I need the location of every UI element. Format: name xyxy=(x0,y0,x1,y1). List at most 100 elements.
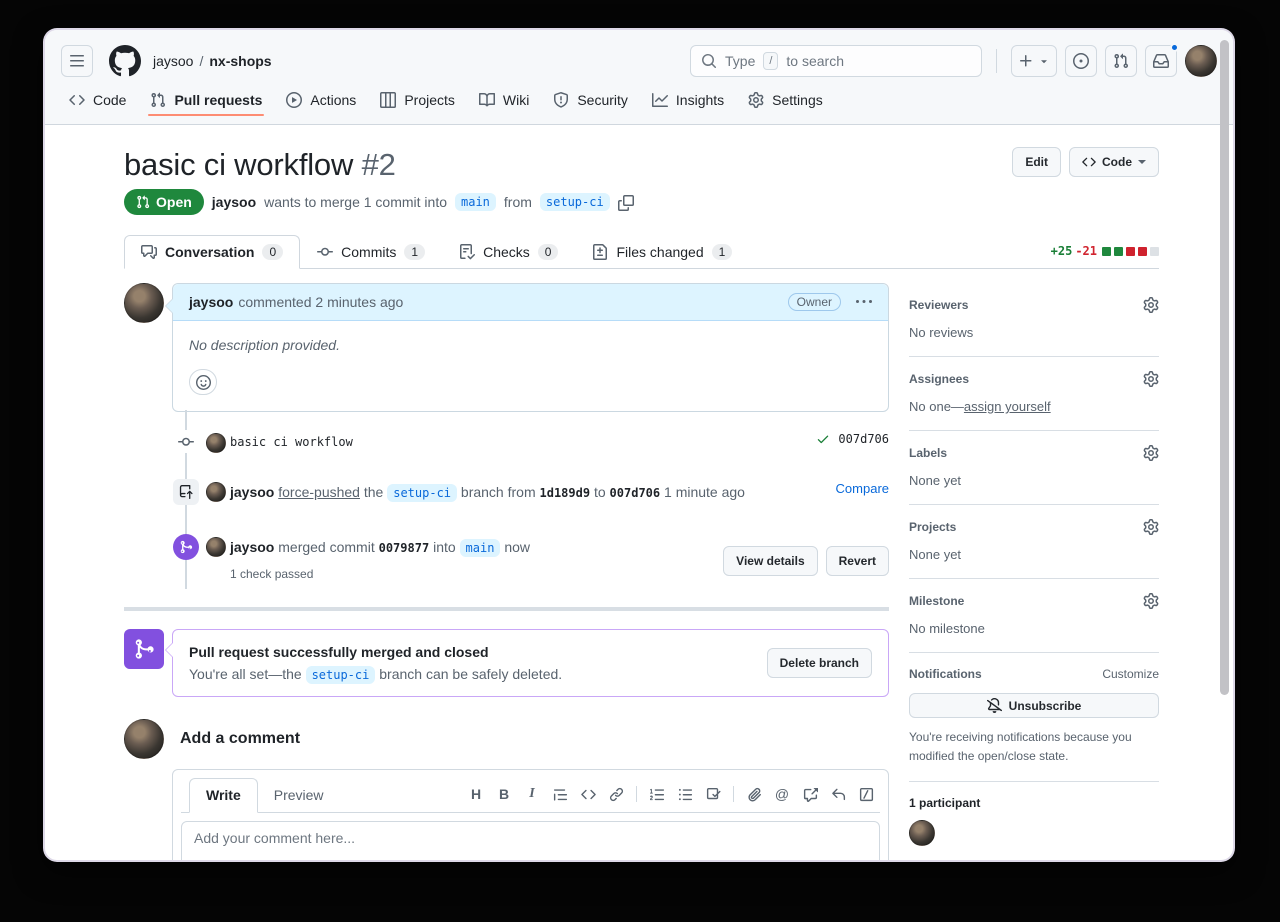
revert-button[interactable]: Revert xyxy=(826,546,889,576)
actor-avatar[interactable] xyxy=(206,537,226,557)
issues-button[interactable] xyxy=(1065,45,1097,77)
add-reaction-button[interactable] xyxy=(189,369,217,395)
comment-author[interactable]: jaysoo xyxy=(189,294,233,310)
merged-banner-text: You're all set—the xyxy=(189,666,302,682)
bullet-list-button[interactable] xyxy=(671,780,699,808)
saved-replies-button[interactable] xyxy=(824,780,852,808)
new-sha[interactable]: 007d706 xyxy=(610,486,661,500)
task-list-button[interactable] xyxy=(699,780,727,808)
head-branch-tag[interactable]: setup-ci xyxy=(306,666,376,684)
pull-requests-button[interactable] xyxy=(1105,45,1137,77)
tab-label: Conversation xyxy=(165,244,254,260)
base-branch-tag[interactable]: main xyxy=(460,539,501,557)
commit-message[interactable]: basic ci workflow xyxy=(230,432,353,449)
tab-code[interactable]: Code xyxy=(61,86,134,124)
book-icon xyxy=(479,92,495,108)
actor-avatar[interactable] xyxy=(206,482,226,502)
unsubscribe-button[interactable]: Unsubscribe xyxy=(909,693,1159,718)
notifications-inbox-button[interactable] xyxy=(1145,45,1177,77)
tab-conversation[interactable]: Conversation0 xyxy=(124,235,300,269)
pr-tabnav: Conversation0 Commits1 Checks0 Files cha… xyxy=(124,235,1159,269)
head-branch-tag[interactable]: setup-ci xyxy=(387,484,457,502)
tab-projects[interactable]: Projects xyxy=(372,86,463,124)
pr-author[interactable]: jaysoo xyxy=(212,194,256,210)
user-avatar xyxy=(124,719,164,759)
merge-commit-sha[interactable]: 0079877 xyxy=(379,541,430,555)
timeline-force-push-row: jaysoo force-pushed the setup-ci branch … xyxy=(124,465,889,520)
check-status[interactable]: 1 check passed xyxy=(230,563,530,585)
create-new-button[interactable] xyxy=(1011,45,1057,77)
copy-branch-icon[interactable] xyxy=(618,193,634,210)
italic-button[interactable]: I xyxy=(518,780,546,808)
section-body: No reviews xyxy=(909,325,1159,340)
tab-security[interactable]: Security xyxy=(545,86,636,124)
tab-files-changed[interactable]: Files changed1 xyxy=(575,235,749,269)
tab-wiki[interactable]: Wiki xyxy=(471,86,537,124)
scrollbar[interactable] xyxy=(1219,32,1231,858)
tab-label: Pull requests xyxy=(174,92,262,108)
github-logo-icon[interactable] xyxy=(109,45,141,77)
gear-icon[interactable] xyxy=(1143,593,1159,609)
delete-branch-button[interactable]: Delete branch xyxy=(767,648,872,678)
section-body: No one— xyxy=(909,399,964,414)
code-dropdown-button[interactable]: Code xyxy=(1069,147,1159,177)
timeline-merged-row: jaysoo merged commit 0079877 into main n… xyxy=(124,520,889,601)
tab-write[interactable]: Write xyxy=(189,778,258,813)
tab-preview[interactable]: Preview xyxy=(258,779,340,812)
comment-kebab-menu[interactable] xyxy=(856,294,872,310)
breadcrumb-owner[interactable]: jaysoo xyxy=(153,53,193,69)
compare-link[interactable]: Compare xyxy=(836,481,889,496)
customize-link[interactable]: Customize xyxy=(1102,667,1159,681)
head-branch-tag[interactable]: setup-ci xyxy=(540,193,610,211)
section-body: No milestone xyxy=(909,621,1159,636)
view-details-button[interactable]: View details xyxy=(723,546,817,576)
text: merged commit xyxy=(278,539,374,555)
breadcrumb-repo[interactable]: nx-shops xyxy=(209,53,271,69)
numbered-list-button[interactable] xyxy=(643,780,671,808)
base-branch-tag[interactable]: main xyxy=(455,193,496,211)
attach-file-button[interactable] xyxy=(740,780,768,808)
commit-author-avatar[interactable] xyxy=(206,433,226,453)
tab-commits[interactable]: Commits1 xyxy=(300,235,442,269)
force-pushed-link[interactable]: force-pushed xyxy=(278,484,360,500)
user-avatar[interactable] xyxy=(1185,45,1217,77)
quote-button[interactable] xyxy=(546,780,574,808)
heading-button[interactable]: H xyxy=(462,780,490,808)
search-input[interactable]: Type / to search xyxy=(690,45,982,77)
gear-icon[interactable] xyxy=(1143,445,1159,461)
link-button[interactable] xyxy=(602,780,630,808)
gear-icon[interactable] xyxy=(1143,297,1159,313)
diffstat-deletions: -21 xyxy=(1075,244,1097,258)
check-success-icon[interactable] xyxy=(816,432,830,446)
tab-insights[interactable]: Insights xyxy=(644,86,732,124)
actor-name[interactable]: jaysoo xyxy=(230,484,274,500)
cross-reference-button[interactable] xyxy=(796,780,824,808)
tab-actions[interactable]: Actions xyxy=(278,86,364,124)
assign-yourself-link[interactable]: assign yourself xyxy=(964,399,1051,414)
project-icon xyxy=(380,92,396,108)
actor-name[interactable]: jaysoo xyxy=(230,539,274,555)
gear-icon[interactable] xyxy=(1143,371,1159,387)
bold-button[interactable]: B xyxy=(490,780,518,808)
pr-from-text: from xyxy=(504,194,532,210)
hamburger-menu-button[interactable] xyxy=(61,45,93,77)
code-button[interactable] xyxy=(574,780,602,808)
pr-description-comment: jaysoo commented 2 minutes ago Owner No … xyxy=(172,283,889,412)
section-title: Labels xyxy=(909,446,947,460)
comment-textarea[interactable] xyxy=(181,821,880,860)
tab-pull-requests[interactable]: Pull requests xyxy=(142,86,270,124)
editor-toolbar: H B I @ xyxy=(462,780,880,812)
slash-commands-button[interactable] xyxy=(852,780,880,808)
commit-sha[interactable]: 007d706 xyxy=(838,432,889,446)
sidebar-section-assignees: Assignees No one—assign yourself xyxy=(909,357,1159,431)
scrollbar-thumb[interactable] xyxy=(1220,40,1229,695)
participant-avatar[interactable] xyxy=(909,820,935,846)
comment-author-avatar[interactable] xyxy=(124,283,164,323)
pr-status-badge: Open xyxy=(124,189,204,215)
edit-button[interactable]: Edit xyxy=(1012,147,1061,177)
mention-button[interactable]: @ xyxy=(768,780,796,808)
tab-settings[interactable]: Settings xyxy=(740,86,831,124)
old-sha[interactable]: 1d189d9 xyxy=(540,486,591,500)
tab-checks[interactable]: Checks0 xyxy=(442,235,575,269)
gear-icon[interactable] xyxy=(1143,519,1159,535)
